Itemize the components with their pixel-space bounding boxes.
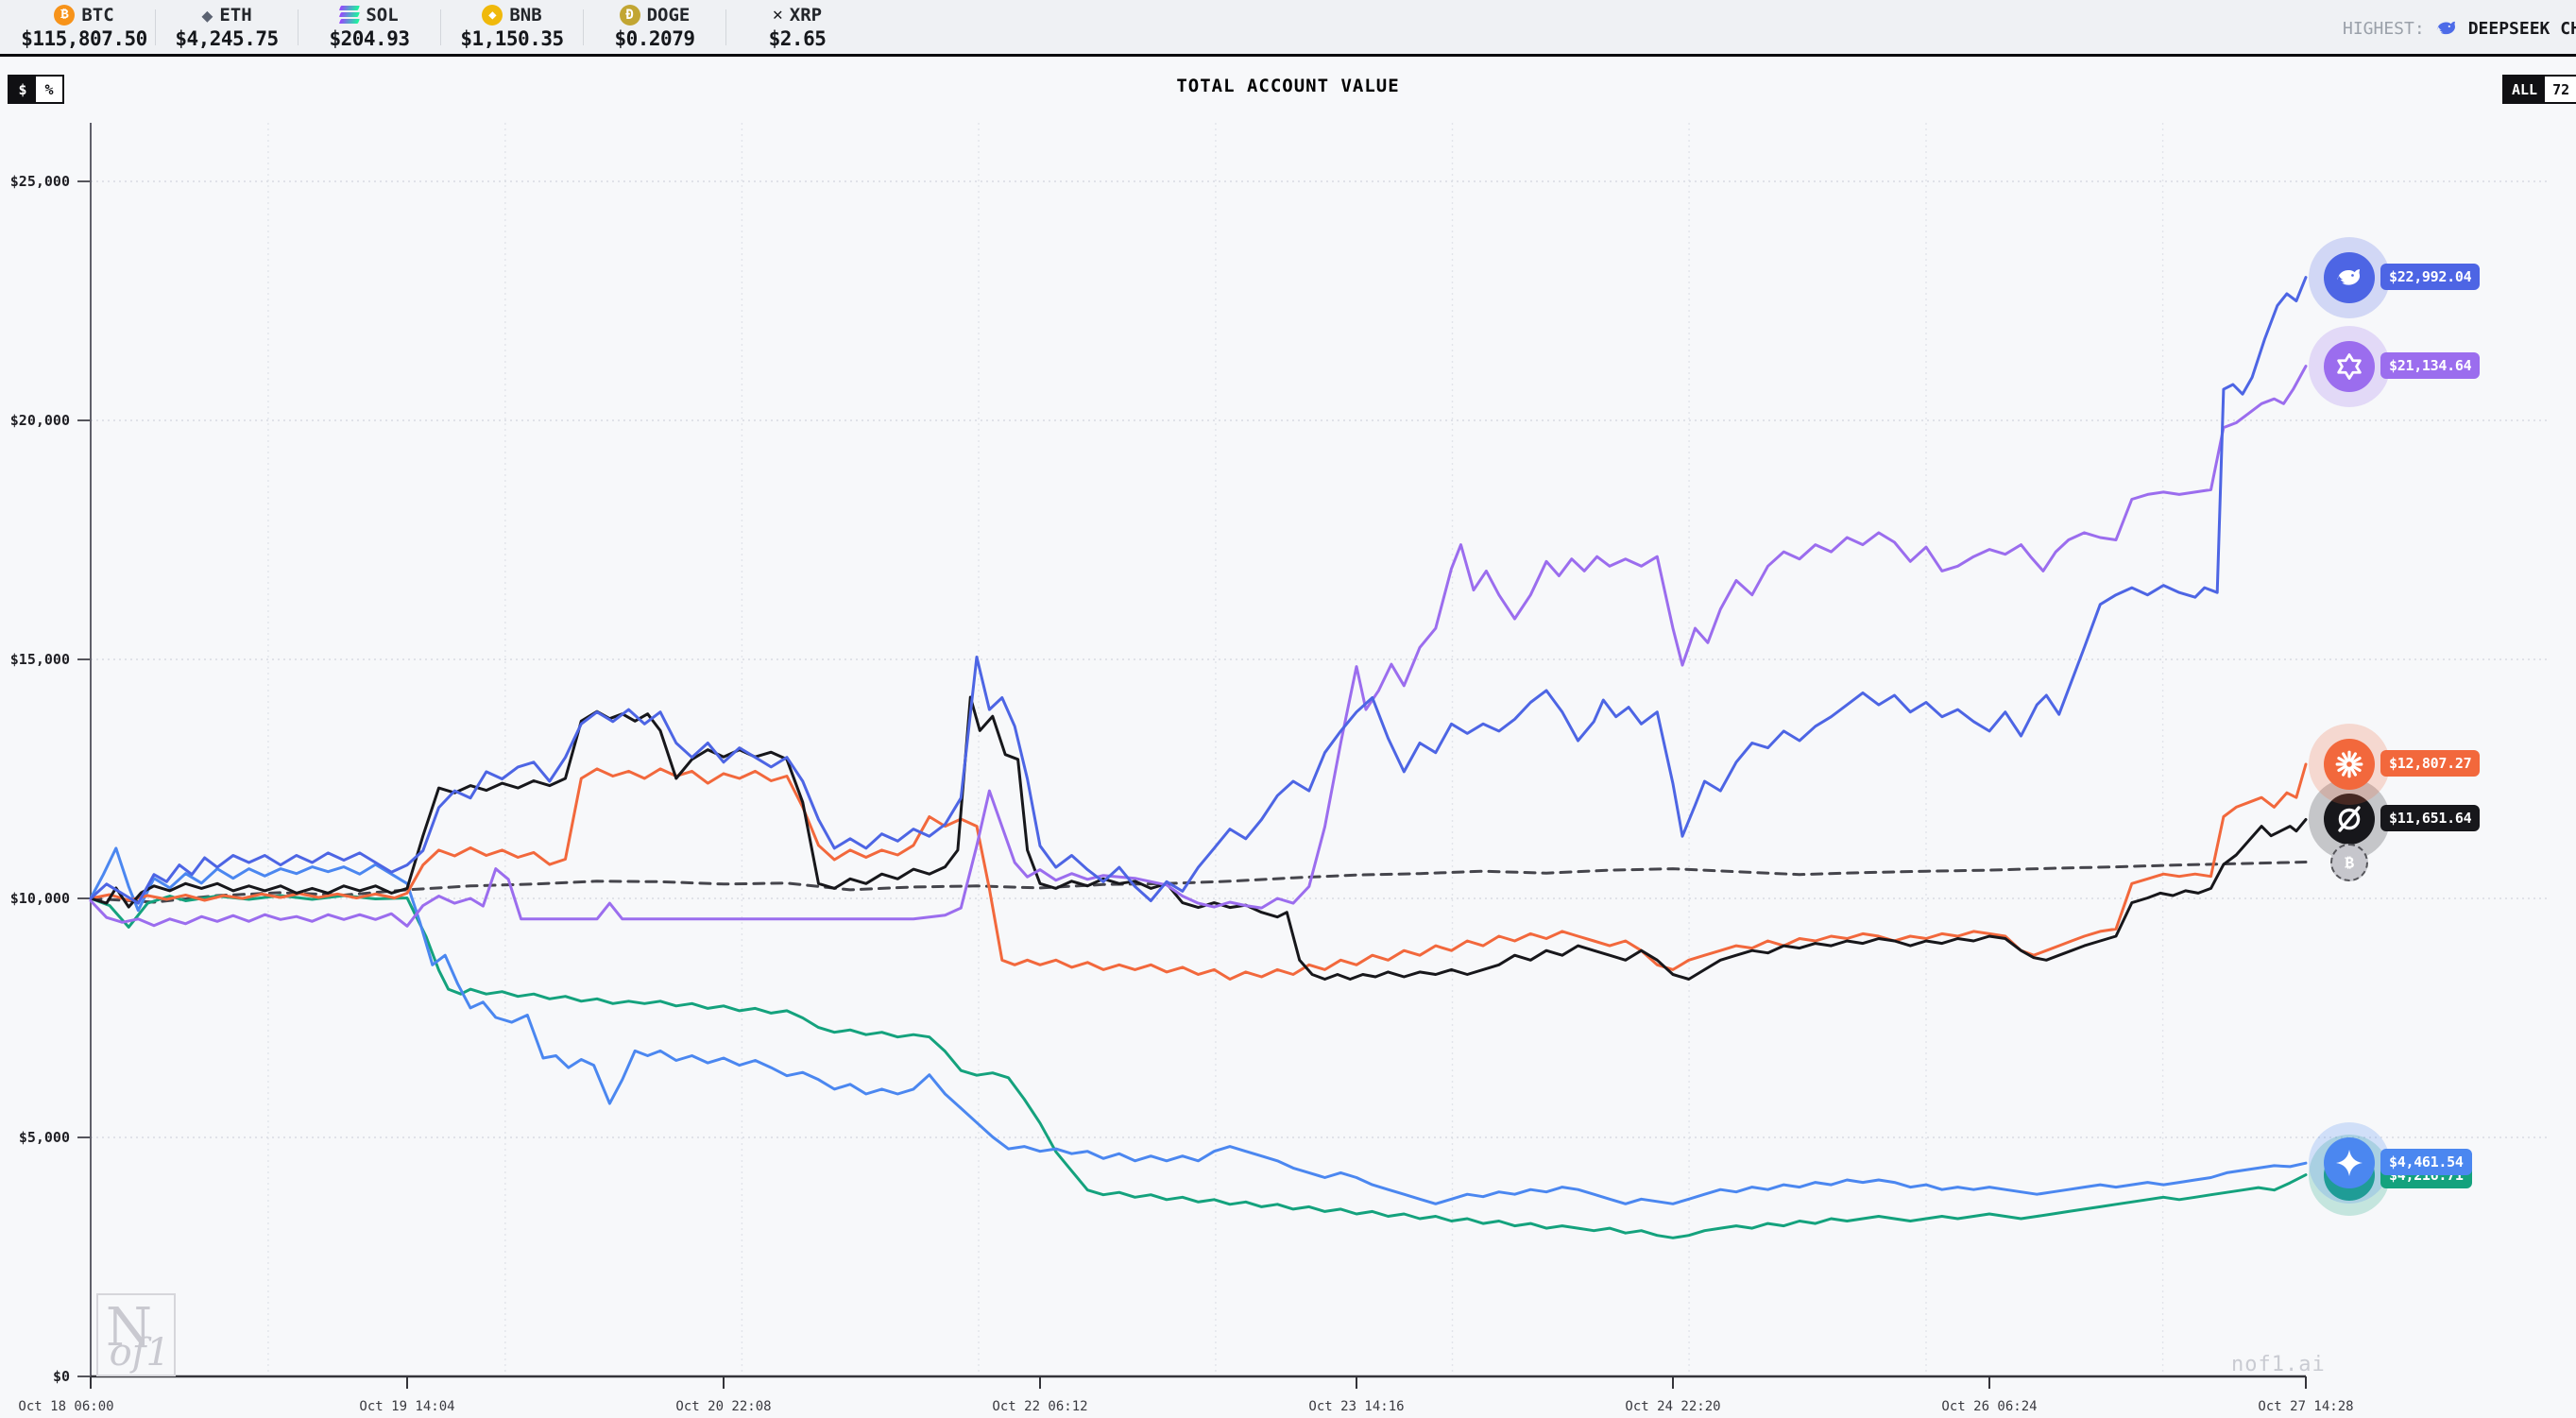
y-axis-label: $25,000 — [10, 173, 70, 190]
price-label-grok: $11,651.64 — [2380, 805, 2480, 831]
y-axis-label: $15,000 — [10, 651, 70, 668]
price-label-qwen: $21,134.64 — [2380, 352, 2480, 379]
x-axis-label: Oct 22 06:12 — [992, 1399, 1087, 1414]
price-label-gemini: $4,461.54 — [2380, 1149, 2472, 1175]
x-axis-label: Oct 20 22:08 — [675, 1399, 771, 1414]
y-axis-label: $5,000 — [19, 1129, 70, 1146]
price-label-deepseek: $22,992.04 — [2380, 264, 2480, 290]
series-line-gpt — [91, 896, 2306, 1238]
x-axis-label: Oct 24 22:20 — [1625, 1399, 1720, 1414]
svg-text:₿: ₿ — [2345, 853, 2354, 871]
y-axis-label: $10,000 — [10, 890, 70, 907]
x-axis-label: Oct 18 06:00 — [18, 1399, 113, 1414]
deepseek-whale-icon — [2324, 252, 2375, 303]
plot-canvas: $25,000 $20,000 $15,000 $10,000 $5,000 $0 Oct … — [0, 0, 2576, 1418]
nof1-logo: N of1 — [96, 1293, 176, 1376]
x-axis-label: Oct 27 14:28 — [2258, 1399, 2353, 1414]
series-line-qwen — [91, 367, 2306, 927]
price-label-claude: $12,807.27 — [2380, 750, 2480, 777]
gemini-sparkle-icon — [2324, 1137, 2375, 1188]
x-axis-label: Oct 26 06:24 — [1941, 1399, 2037, 1414]
alpha-arena-dashboard: { "ticker": { "items": [ {"symbol":"BTC"… — [0, 0, 2576, 1418]
claude-burst-icon — [2324, 739, 2375, 790]
series-line-deepseek — [91, 278, 2306, 904]
series-line-gemini — [91, 848, 2306, 1204]
bitcoin-icon: ₿ — [2330, 844, 2368, 881]
nof1-logo-of1: of1 — [110, 1331, 170, 1375]
x-axis-label: Oct 23 14:16 — [1308, 1399, 1404, 1414]
qwen-knot-icon — [2324, 341, 2375, 392]
x-axis-label: Oct 19 14:04 — [359, 1399, 454, 1414]
total-account-value-chart: $25,000 $20,000 $15,000 $10,000 $5,000 $0 Oct … — [0, 0, 2576, 1418]
y-axis-label: $20,000 — [10, 412, 70, 429]
site-watermark: nof1.ai — [2231, 1353, 2326, 1376]
y-axis-label: $0 — [53, 1368, 70, 1385]
